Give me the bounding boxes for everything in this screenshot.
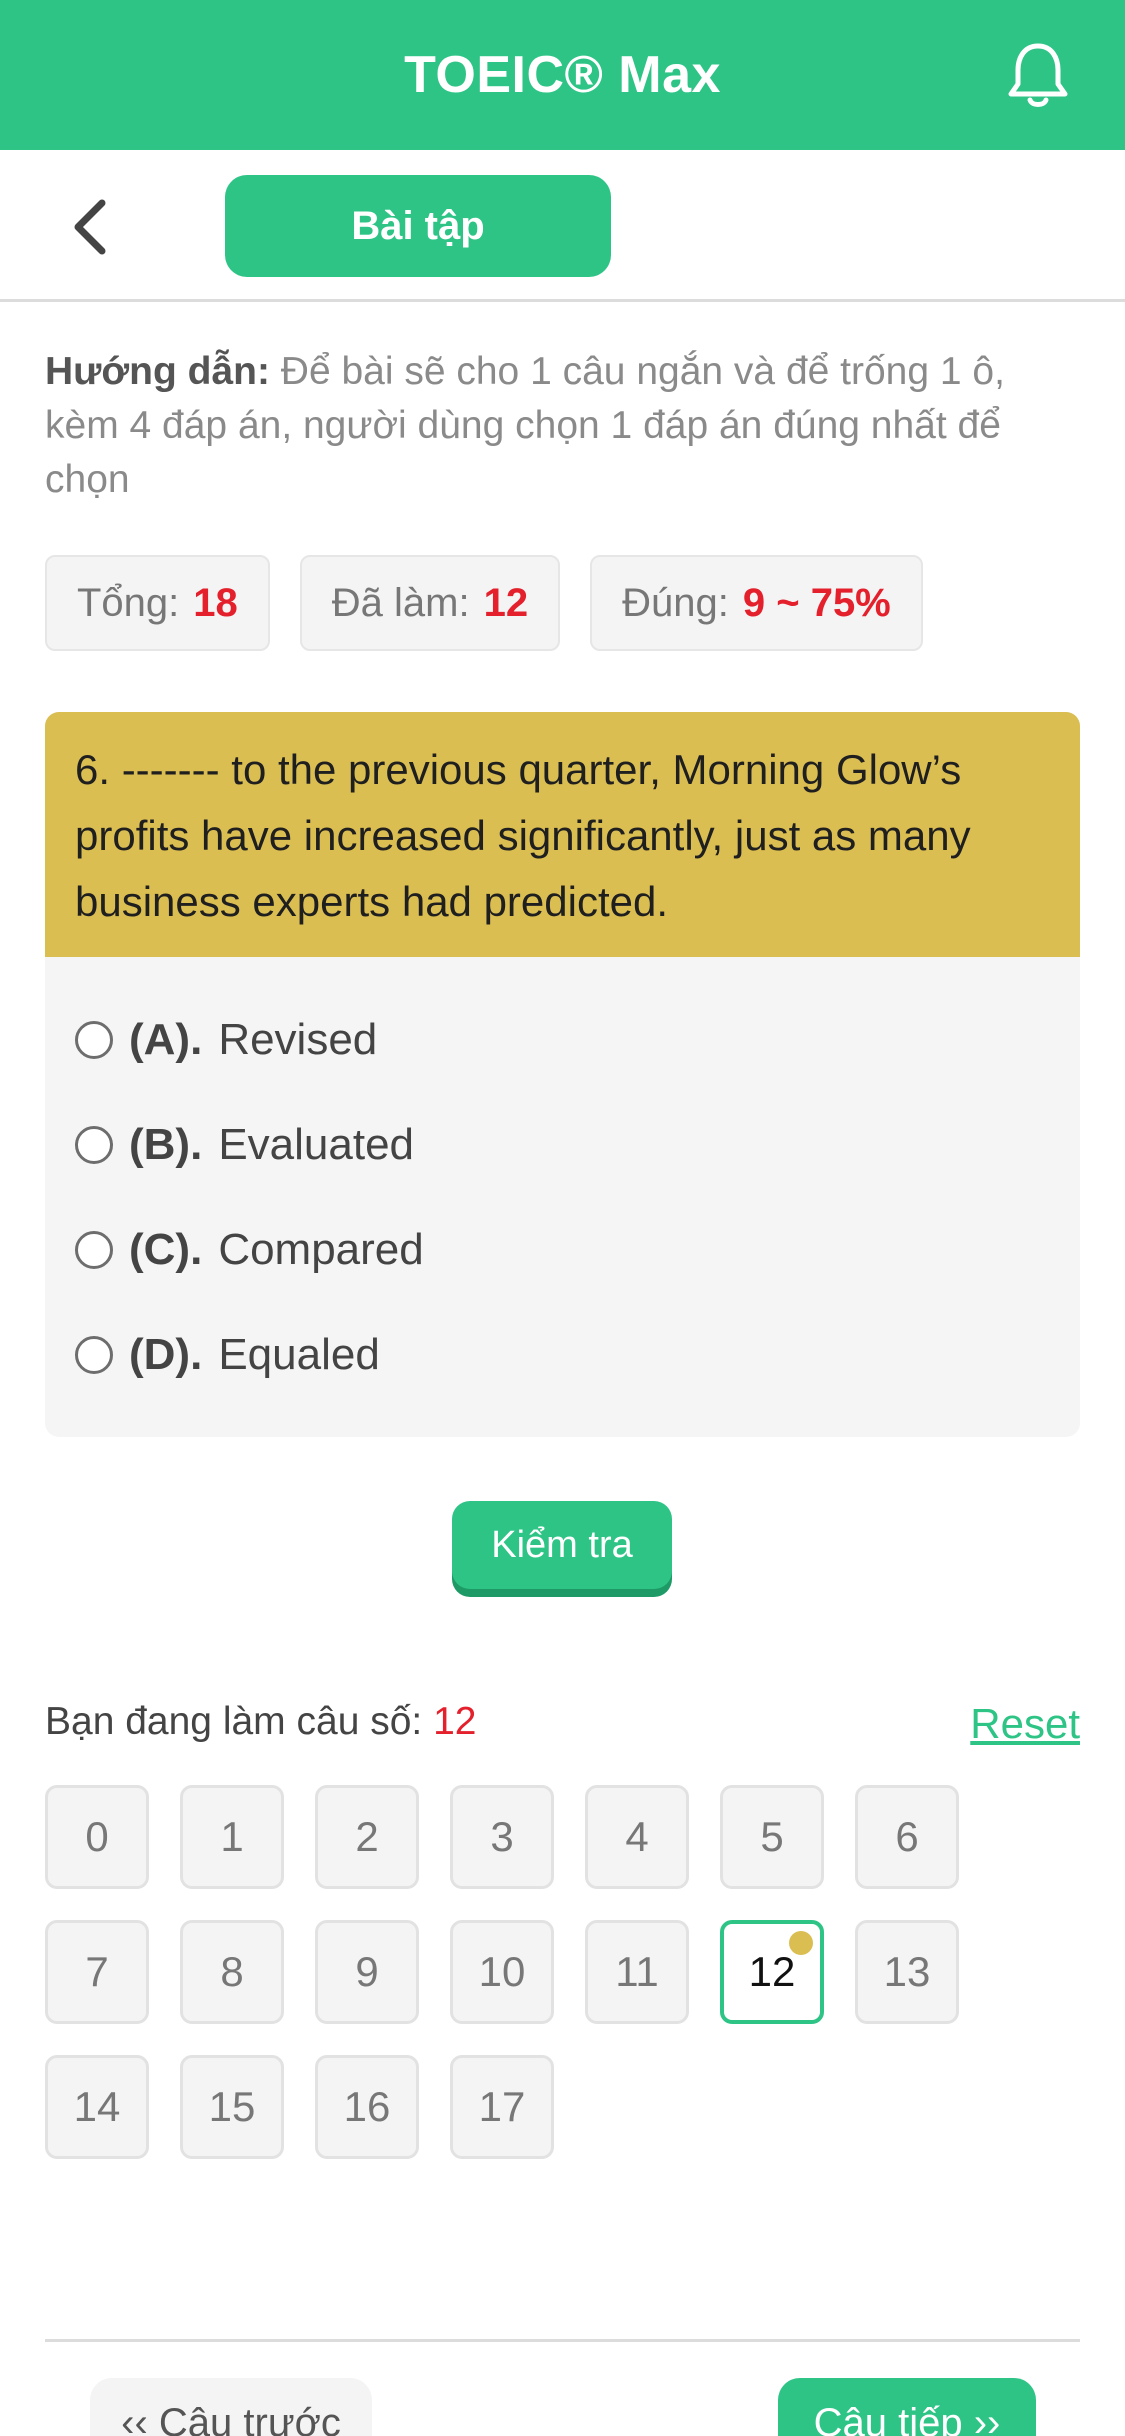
instruction: Hướng dẫn: Để bài sẽ cho 1 câu ngắn và đ… xyxy=(45,345,1085,507)
question-cell-number: 3 xyxy=(490,1813,514,1860)
reset-link[interactable]: Reset xyxy=(970,1700,1080,1748)
question-cell[interactable]: 8 xyxy=(180,1920,284,2024)
answer-options: (A). Revised (B). Evaluated (C). Compare… xyxy=(45,957,1080,1407)
question-cell-number: 2 xyxy=(355,1813,379,1860)
question-cell-number: 10 xyxy=(478,1948,526,1995)
prev-question-button[interactable]: ‹‹ Câu trước xyxy=(90,2378,372,2436)
question-cell-number: 13 xyxy=(883,1948,931,1995)
question-cell-number: 5 xyxy=(760,1813,784,1860)
bell-icon[interactable] xyxy=(1001,38,1075,112)
radio-a[interactable] xyxy=(75,1020,113,1059)
question-cell-number: 14 xyxy=(73,2083,121,2130)
tab-exercise[interactable]: Bài tập xyxy=(225,175,611,277)
check-button[interactable]: Kiểm tra xyxy=(452,1501,672,1589)
option-key: (B). xyxy=(129,1119,203,1169)
question-cell-number: 0 xyxy=(85,1813,109,1860)
question-cell[interactable]: 11 xyxy=(585,1920,689,2024)
question-card: 6. ------- to the previous quarter, Morn… xyxy=(45,712,1080,1437)
radio-b[interactable] xyxy=(75,1125,113,1164)
question-cell-number: 4 xyxy=(625,1813,649,1860)
question-cell[interactable]: 7 xyxy=(45,1920,149,2024)
option-b[interactable]: (B). Evaluated xyxy=(45,1092,1080,1197)
stat-correct: Đúng: 9 ~ 75% xyxy=(590,555,923,651)
next-question-button[interactable]: Câu tiếp ›› xyxy=(778,2378,1036,2436)
question-cell-number: 12 xyxy=(748,1948,796,1995)
question-cell[interactable]: 1 xyxy=(180,1785,284,1889)
stat-done-label: Đã làm: xyxy=(331,580,470,625)
current-question-label: Bạn đang làm câu số: xyxy=(45,1700,434,1743)
question-cell-number: 1 xyxy=(220,1813,244,1860)
question-cell[interactable]: 17 xyxy=(450,2055,554,2159)
question-cell[interactable]: 16 xyxy=(315,2055,419,2159)
question-cell[interactable]: 14 xyxy=(45,2055,149,2159)
option-text: Equaled xyxy=(218,1329,380,1379)
stat-total-value: 18 xyxy=(193,580,238,625)
question-cell-number: 16 xyxy=(343,2083,391,2130)
question-cell-number: 6 xyxy=(895,1813,919,1860)
option-key: (A). xyxy=(129,1014,203,1064)
question-cell[interactable]: 4 xyxy=(585,1785,689,1889)
chevron-left-icon[interactable] xyxy=(60,192,120,262)
current-indicator-dot xyxy=(789,1931,813,1955)
option-text: Revised xyxy=(218,1014,378,1064)
question-cell[interactable]: 0 xyxy=(45,1785,149,1889)
question-cell[interactable]: 9 xyxy=(315,1920,419,2024)
app-root: TOEIC® Max Bài tập Hướng dẫn: Để bài sẽ … xyxy=(0,0,1125,2436)
current-question: Bạn đang làm câu số: 12 xyxy=(45,1700,476,1744)
stat-total-label: Tổng: xyxy=(77,580,180,625)
question-cell-number: 7 xyxy=(85,1948,109,1995)
option-a[interactable]: (A). Revised xyxy=(45,987,1080,1092)
stat-total: Tổng: 18 xyxy=(45,555,270,651)
question-cell[interactable]: 6 xyxy=(855,1785,959,1889)
question-cell[interactable]: 5 xyxy=(720,1785,824,1889)
question-cell-number: 17 xyxy=(478,2083,526,2130)
option-text: Evaluated xyxy=(218,1119,415,1169)
option-c[interactable]: (C). Compared xyxy=(45,1197,1080,1302)
question-cell-number: 8 xyxy=(220,1948,244,1995)
radio-d[interactable] xyxy=(75,1335,113,1374)
question-cell[interactable]: 2 xyxy=(315,1785,419,1889)
option-key: (D). xyxy=(129,1329,203,1379)
stats-row: Tổng: 18 Đã làm: 12 Đúng: 9 ~ 75% xyxy=(45,555,923,651)
question-cell[interactable]: 13 xyxy=(855,1920,959,2024)
sub-header: Bài tập xyxy=(0,150,1125,302)
option-d[interactable]: (D). Equaled xyxy=(45,1302,1080,1407)
stat-correct-label: Đúng: xyxy=(622,580,729,625)
stat-correct-value: 9 ~ 75% xyxy=(742,580,891,625)
app-title: TOEIC® Max xyxy=(404,46,721,104)
question-cell[interactable]: 15 xyxy=(180,2055,284,2159)
app-bar: TOEIC® Max xyxy=(0,0,1125,150)
question-cell[interactable]: 3 xyxy=(450,1785,554,1889)
option-key: (C). xyxy=(129,1224,203,1274)
instruction-label: Hướng dẫn: xyxy=(45,350,270,393)
question-cell-number: 15 xyxy=(208,2083,256,2130)
stat-done: Đã làm: 12 xyxy=(299,555,561,651)
radio-c[interactable] xyxy=(75,1230,113,1269)
divider xyxy=(45,2339,1080,2342)
question-cell-number: 11 xyxy=(615,1948,659,1995)
question-text: 6. ------- to the previous quarter, Morn… xyxy=(45,712,1080,957)
stat-done-value: 12 xyxy=(483,580,529,625)
question-grid: 0 1 2 3 4 5 6 7 8 9 10 11 12 13 14 15 16 17 xyxy=(45,1785,990,2159)
option-text: Compared xyxy=(218,1224,424,1274)
question-cell[interactable]: 10 xyxy=(450,1920,554,2024)
question-cell[interactable]: 12 xyxy=(720,1920,824,2024)
current-question-value: 12 xyxy=(433,1700,477,1743)
question-cell-number: 9 xyxy=(355,1948,379,1995)
